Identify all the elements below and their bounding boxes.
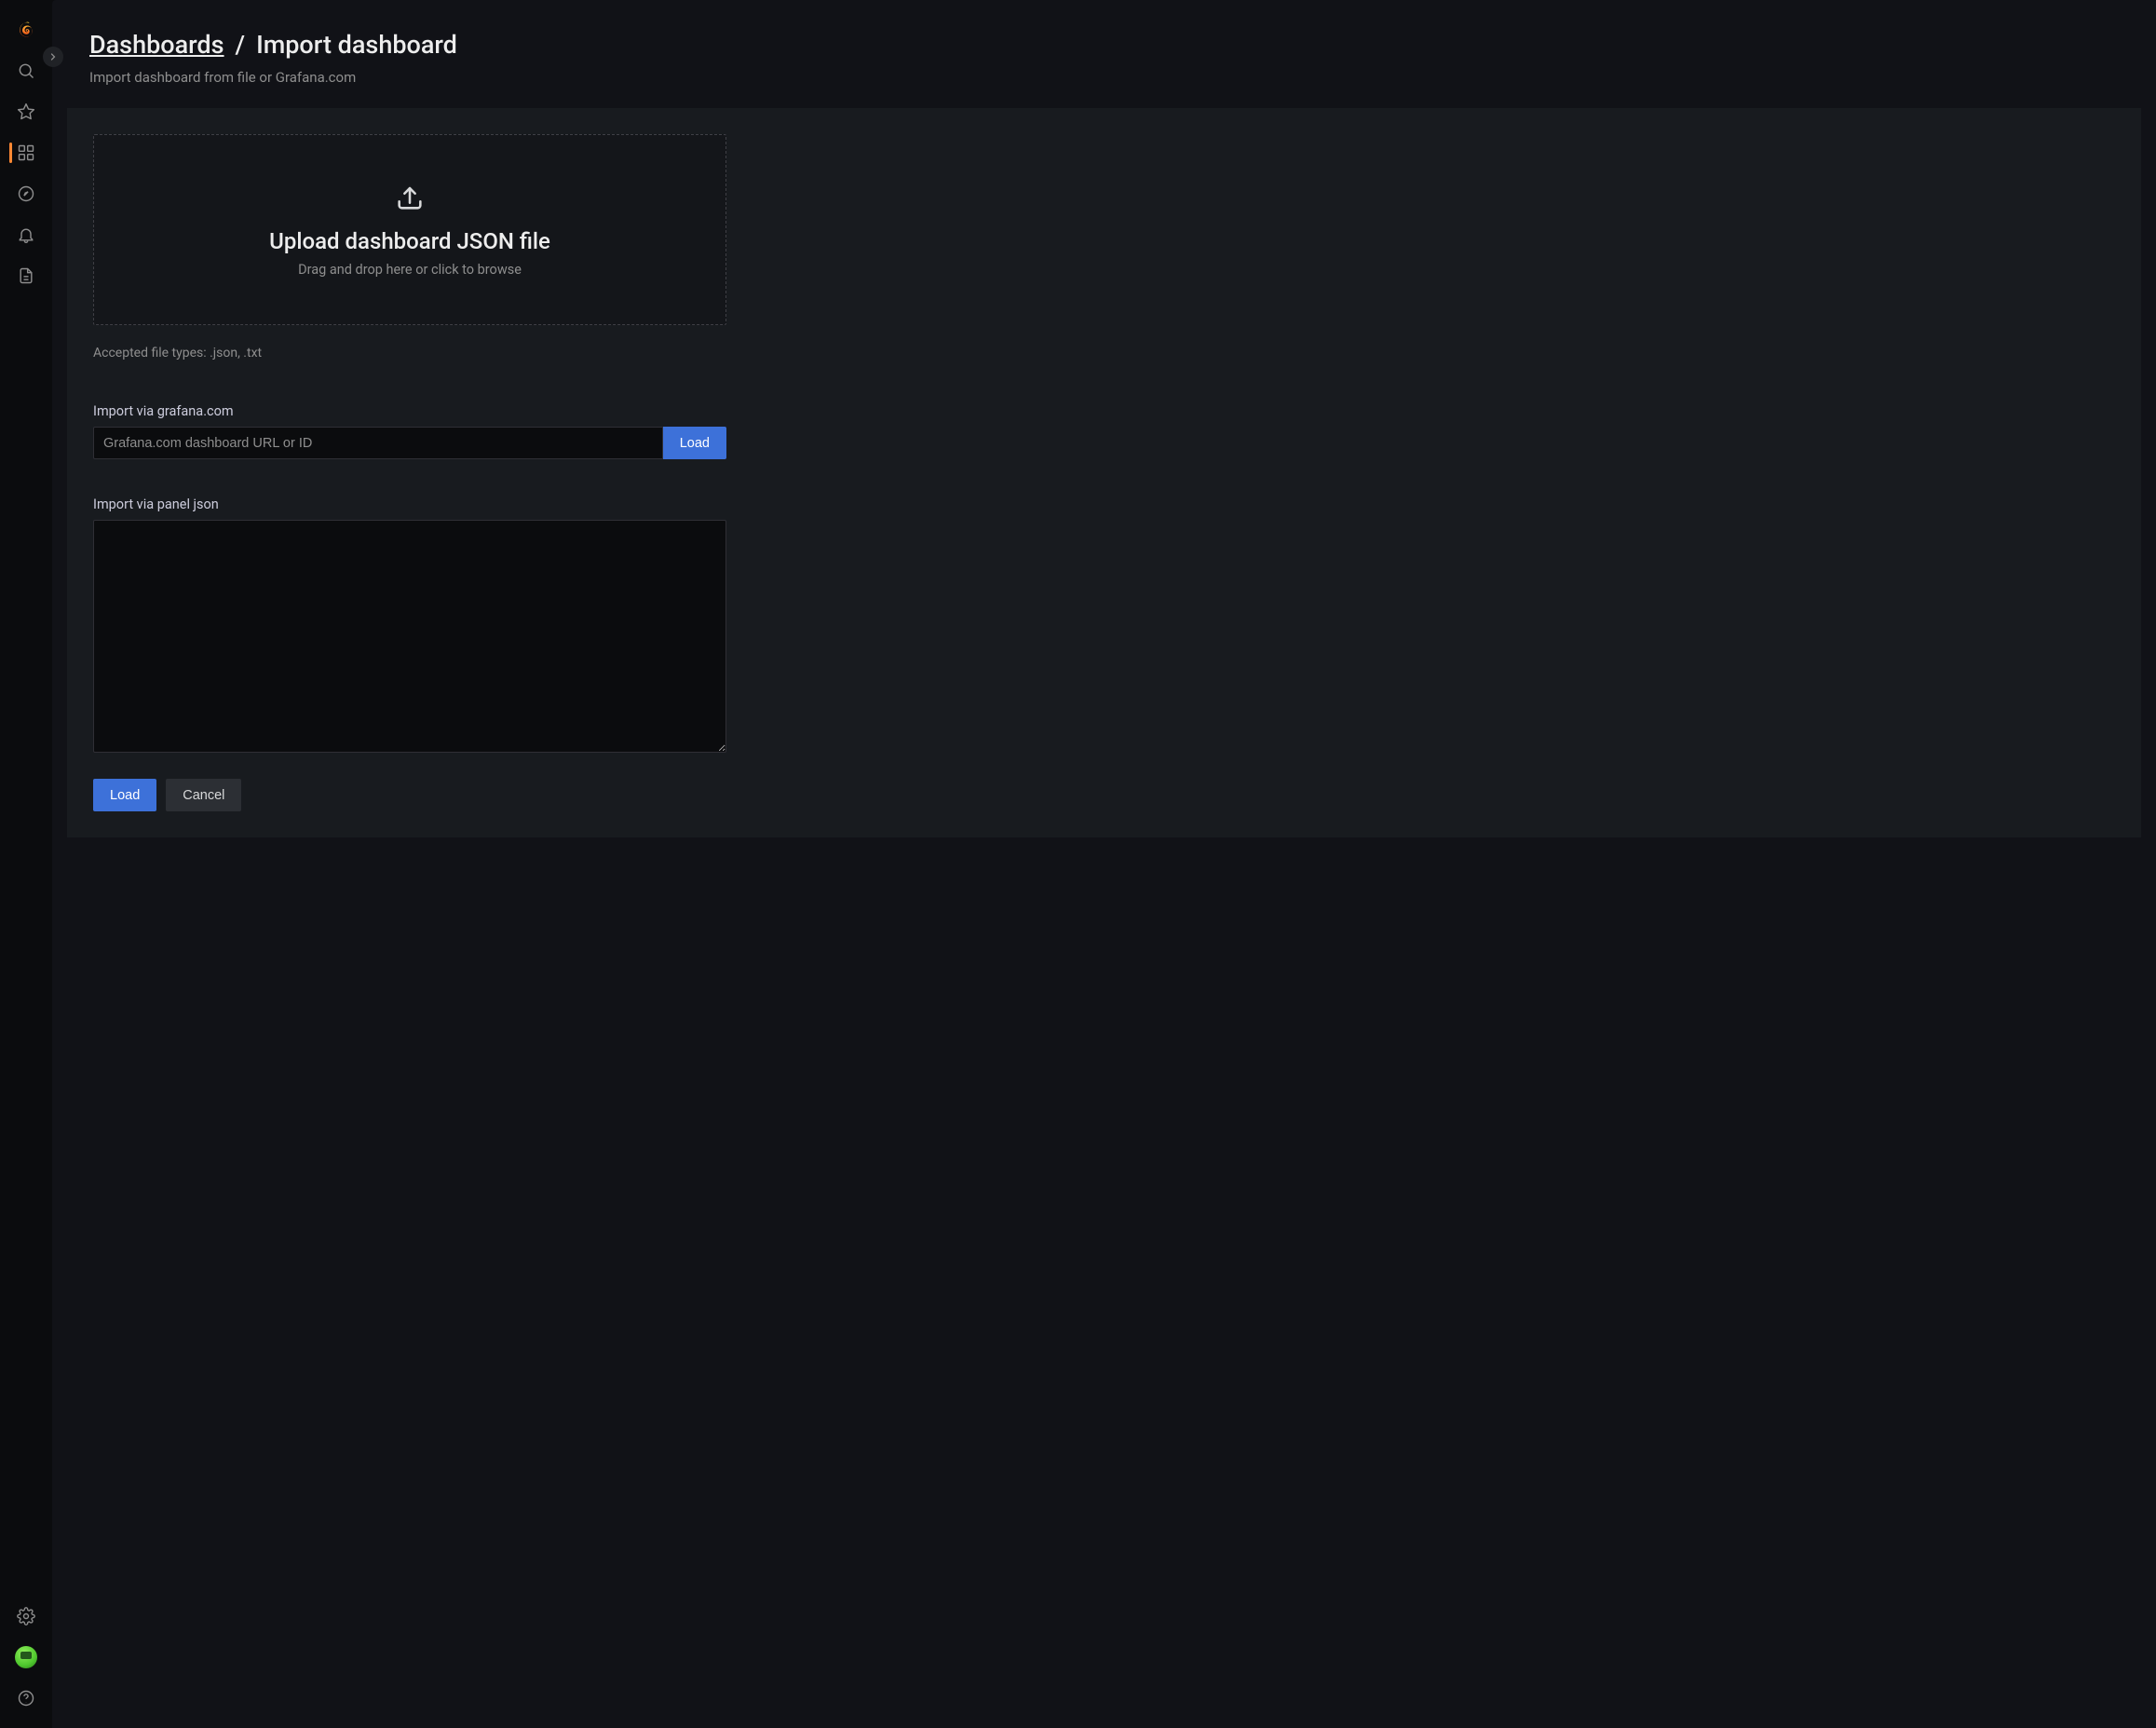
upload-icon: [394, 182, 426, 217]
breadcrumb-current: Import dashboard: [256, 30, 457, 60]
sidebar: [0, 0, 52, 1728]
sidebar-user[interactable]: [0, 1637, 52, 1678]
import-url-load-button[interactable]: Load: [663, 427, 726, 459]
form-buttons: Load Cancel: [93, 779, 726, 811]
page-subtitle: Import dashboard from file or Grafana.co…: [89, 69, 2119, 86]
upload-hint: Drag and drop here or click to browse: [298, 262, 522, 278]
sidebar-settings[interactable]: [0, 1596, 52, 1637]
sidebar-alerting[interactable]: [0, 214, 52, 255]
import-url-input[interactable]: [93, 427, 663, 459]
page-header: Dashboards / Import dashboard Import das…: [52, 0, 2156, 108]
help-icon: [17, 1689, 35, 1708]
upload-title: Upload dashboard JSON file: [269, 228, 550, 254]
sidebar-connections[interactable]: [0, 255, 52, 296]
breadcrumb: Dashboards / Import dashboard: [89, 30, 2119, 60]
import-json-label: Import via panel json: [93, 497, 726, 512]
compass-icon: [17, 184, 35, 203]
sidebar-grafana[interactable]: [0, 9, 52, 50]
import-url-group: Import via grafana.com Load: [93, 403, 726, 459]
document-icon: [17, 266, 35, 285]
gear-icon: [17, 1607, 35, 1626]
user-avatar-icon: [15, 1646, 37, 1668]
sidebar-expand-button[interactable]: [43, 47, 63, 67]
chevron-right-icon: [47, 51, 59, 62]
import-json-group: Import via panel json: [93, 497, 726, 756]
grafana-logo-icon: [17, 20, 35, 39]
import-panel: Upload dashboard JSON file Drag and drop…: [67, 108, 2141, 837]
bell-icon: [17, 225, 35, 244]
sidebar-explore[interactable]: [0, 173, 52, 214]
breadcrumb-separator: /: [236, 30, 246, 60]
main-content: Dashboards / Import dashboard Import das…: [52, 0, 2156, 1728]
import-url-label: Import via grafana.com: [93, 403, 726, 419]
cancel-button[interactable]: Cancel: [166, 779, 241, 811]
sidebar-dashboards[interactable]: [0, 132, 52, 173]
dashboards-icon: [17, 143, 35, 162]
star-icon: [17, 102, 35, 121]
sidebar-starred[interactable]: [0, 91, 52, 132]
upload-dropzone[interactable]: Upload dashboard JSON file Drag and drop…: [93, 134, 726, 325]
load-button[interactable]: Load: [93, 779, 156, 811]
breadcrumb-dashboards-link[interactable]: Dashboards: [89, 30, 224, 60]
accepted-file-types: Accepted file types: .json, .txt: [93, 346, 726, 361]
search-icon: [17, 61, 35, 80]
import-json-textarea[interactable]: [93, 520, 726, 753]
sidebar-help[interactable]: [0, 1678, 52, 1719]
